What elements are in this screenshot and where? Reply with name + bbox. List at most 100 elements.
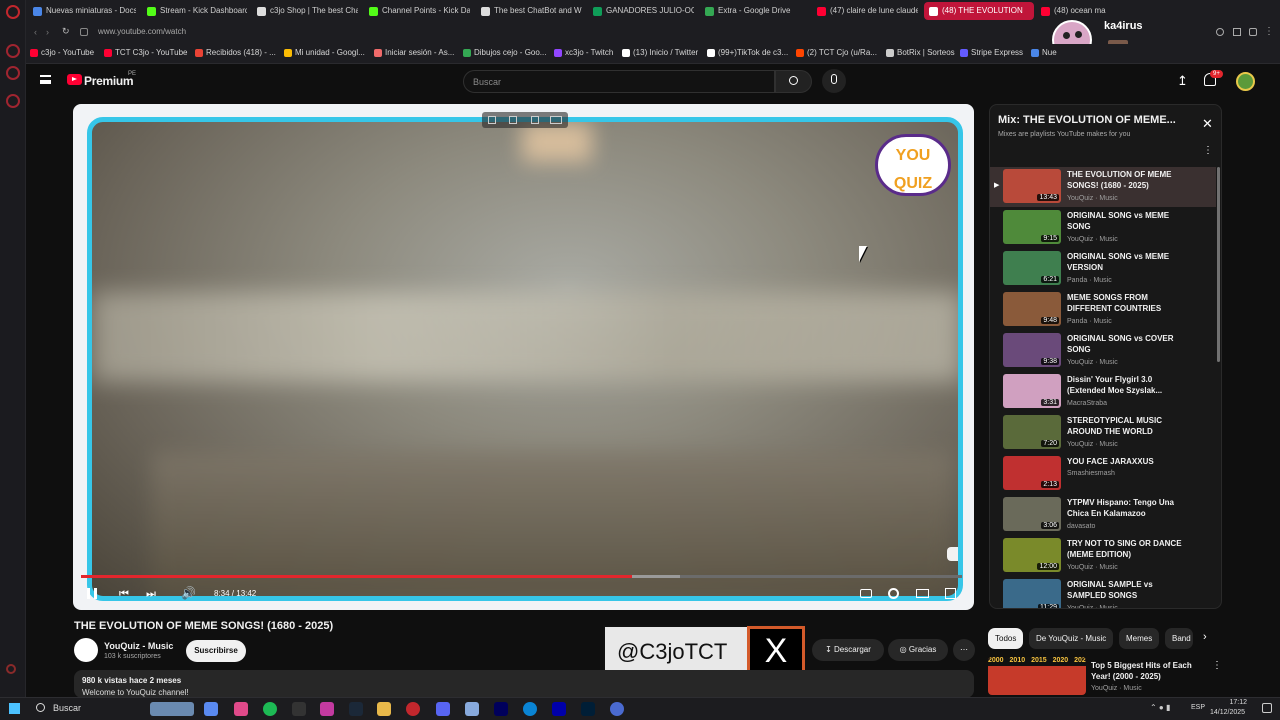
sidebar-icon-2[interactable] bbox=[6, 66, 20, 80]
miniplayer-button[interactable] bbox=[916, 589, 929, 598]
bookmark-item[interactable]: (2) TCT Cjo (u/Ra... bbox=[796, 48, 877, 57]
playlist-item[interactable]: 12:00 TRY NOT TO SING OR DANCE (MEME EDIT… bbox=[990, 536, 1216, 576]
chip-channel[interactable]: De YouQuiz - Music bbox=[1029, 628, 1114, 649]
bookmark-item[interactable]: TCT C3jo - YouTube bbox=[104, 48, 187, 57]
forward-icon[interactable]: › bbox=[46, 27, 49, 37]
playlist-item[interactable]: ▶ 13:43 THE EVOLUTION OF MEME SONGS! (1680… bbox=[990, 167, 1216, 207]
overlay-tool-icon[interactable] bbox=[509, 116, 517, 124]
next-button[interactable]: ⏭ bbox=[146, 588, 156, 601]
more-actions-button[interactable]: ⋯ bbox=[953, 639, 975, 661]
tab-2[interactable]: Stream - Kick Dashboard bbox=[142, 2, 247, 20]
menu-icon[interactable]: ⋮ bbox=[1264, 26, 1274, 37]
previous-button[interactable]: ⏮ bbox=[119, 588, 129, 601]
clock-date[interactable]: 14/12/2025 bbox=[1210, 709, 1245, 716]
bookmark-item[interactable]: Recibidos (418) - ... bbox=[195, 48, 276, 57]
steam-icon[interactable] bbox=[349, 702, 363, 716]
playlist-item[interactable]: 11:29 ORIGINAL SAMPLE vs SAMPLED SONGS You… bbox=[990, 577, 1216, 608]
bookmark-item[interactable]: (99+)TikTok de c3... bbox=[707, 48, 788, 57]
reload-icon[interactable]: ↻ bbox=[62, 26, 70, 37]
language-indicator[interactable]: ESP bbox=[1191, 704, 1205, 711]
youtube-logo-icon[interactable] bbox=[67, 74, 82, 85]
bookmark-item[interactable]: BotRix | Sorteos bbox=[886, 48, 955, 57]
bookmark-item[interactable]: Stripe Express bbox=[960, 48, 1023, 57]
recommended-title[interactable]: Top 5 Biggest Hits of Each Year! (2000 -… bbox=[1091, 660, 1211, 682]
overlay-tool-icon[interactable] bbox=[550, 116, 562, 124]
playlist-scrollbar[interactable] bbox=[1217, 167, 1220, 362]
file-explorer-icon[interactable] bbox=[377, 702, 391, 716]
taskbar-search[interactable]: Buscar bbox=[53, 703, 81, 713]
chip-band[interactable]: Band bbox=[1165, 628, 1193, 649]
subscribe-button[interactable]: Suscribirse bbox=[186, 640, 246, 662]
playlist-item[interactable]: 9:38 ORIGINAL SONG vs COVER SONG YouQuiz ·… bbox=[990, 331, 1216, 371]
bookmark-item[interactable]: Mi unidad - Googl... bbox=[284, 48, 365, 57]
chip-todos[interactable]: Todos bbox=[988, 628, 1024, 649]
video-frame[interactable]: YOU QUIZ bbox=[87, 117, 963, 601]
spotify-icon[interactable] bbox=[263, 702, 277, 716]
playlist-item[interactable]: 3:06 YTPMV Hispano: Tengo Una Chica En Ka… bbox=[990, 495, 1216, 535]
settings-gear-icon[interactable] bbox=[888, 588, 899, 599]
progress-bar[interactable] bbox=[81, 575, 962, 578]
easy-setup-icon[interactable] bbox=[1249, 28, 1257, 36]
opera-icon[interactable] bbox=[406, 702, 420, 716]
search-icon[interactable] bbox=[36, 703, 45, 712]
logo-text[interactable]: Premium bbox=[84, 74, 134, 88]
epic-games-icon[interactable] bbox=[292, 702, 306, 716]
chip-memes[interactable]: Memes bbox=[1119, 628, 1160, 649]
bookmark-item[interactable]: xc3jo - Twitch bbox=[554, 48, 613, 57]
playlist-item[interactable]: 9:48 MEME SONGS FROM DIFFERENT COUNTRIES P… bbox=[990, 290, 1216, 330]
clock-time[interactable]: 17:12 bbox=[1219, 699, 1247, 706]
premiere-icon[interactable] bbox=[494, 702, 508, 716]
tab-7[interactable]: Extra - Google Drive bbox=[700, 2, 806, 20]
tab-4[interactable]: Channel Points - Kick Da bbox=[364, 2, 470, 20]
chips-next-icon[interactable]: › bbox=[1203, 631, 1207, 643]
search-button[interactable] bbox=[775, 70, 812, 93]
taskbar-app-icon[interactable] bbox=[465, 702, 479, 716]
tab-10[interactable]: (48) ocean man - YouTube bbox=[1036, 2, 1106, 20]
volume-button[interactable]: 🔊 bbox=[181, 586, 196, 600]
taskbar-app-icon[interactable] bbox=[552, 702, 566, 716]
taskbar-app-icon[interactable] bbox=[610, 702, 624, 716]
playlist-item[interactable]: 6:21 ORIGINAL SONG vs MEME VERSION Panda ·… bbox=[990, 249, 1216, 289]
taskbar-widget-icon[interactable] bbox=[150, 702, 194, 716]
bookmark-item[interactable]: Nue bbox=[1031, 48, 1057, 57]
recommended-thumbnail[interactable]: 2000 2010 2015 2020 2025 bbox=[988, 657, 1086, 695]
hamburger-menu-icon[interactable] bbox=[40, 75, 51, 84]
extensions-icon[interactable] bbox=[1216, 28, 1224, 36]
voice-search-button[interactable] bbox=[822, 69, 846, 93]
recommended-menu-icon[interactable]: ⋮ bbox=[1212, 660, 1222, 671]
taskbar-app-icon[interactable] bbox=[234, 702, 248, 716]
bookmark-item[interactable]: c3jo - YouTube bbox=[30, 48, 94, 57]
thanks-button[interactable]: ◎ Gracias bbox=[888, 639, 948, 661]
sidebar-icon-1[interactable] bbox=[6, 44, 20, 58]
tab-active[interactable]: (48) THE EVOLUTION bbox=[924, 2, 1034, 20]
pause-button[interactable] bbox=[87, 588, 97, 599]
overlay-tool-icon[interactable] bbox=[531, 116, 539, 124]
search-input[interactable]: Buscar bbox=[463, 70, 775, 93]
windows-start-icon[interactable] bbox=[9, 703, 20, 714]
sidebar-icon-3[interactable] bbox=[6, 94, 20, 108]
photoshop-icon[interactable] bbox=[581, 702, 595, 716]
bookmark-item[interactable]: (13) Inicio / Twitter bbox=[622, 48, 698, 57]
tab-5[interactable]: The best ChatBot and W bbox=[476, 2, 582, 20]
back-icon[interactable]: ‹ bbox=[34, 27, 37, 37]
taskbar-app-icon[interactable] bbox=[320, 702, 334, 716]
playlist-item[interactable]: 9:15 ORIGINAL SONG vs MEME SONG YouQuiz · … bbox=[990, 208, 1216, 248]
subtitles-button[interactable] bbox=[860, 589, 872, 598]
opera-logo-icon[interactable] bbox=[6, 5, 20, 19]
channel-name[interactable]: YouQuiz - Music bbox=[104, 641, 173, 651]
tab-3[interactable]: c3jo Shop | The best Cha bbox=[252, 2, 358, 20]
bookmark-item[interactable]: Iniciar sesión - As... bbox=[374, 48, 454, 57]
playlist-item[interactable]: 3:31 Dissin' Your Flygirl 3.0 (Extended M… bbox=[990, 372, 1216, 412]
fullscreen-button[interactable] bbox=[945, 588, 956, 599]
download-button[interactable]: ↧ Descargar bbox=[812, 639, 884, 661]
site-info-icon[interactable] bbox=[80, 28, 88, 36]
discord-icon[interactable] bbox=[436, 702, 450, 716]
upload-icon[interactable]: ↥ bbox=[1177, 73, 1188, 89]
download-icon[interactable] bbox=[1233, 28, 1241, 36]
channel-avatar[interactable] bbox=[74, 638, 98, 662]
bookmark-item[interactable]: Dibujos cejo - Goo... bbox=[463, 48, 546, 57]
edge-icon[interactable] bbox=[523, 702, 537, 716]
playlist-menu-icon[interactable]: ⋮ bbox=[1203, 145, 1213, 156]
overlay-tool-icon[interactable] bbox=[488, 116, 496, 124]
account-avatar[interactable] bbox=[1236, 72, 1255, 91]
